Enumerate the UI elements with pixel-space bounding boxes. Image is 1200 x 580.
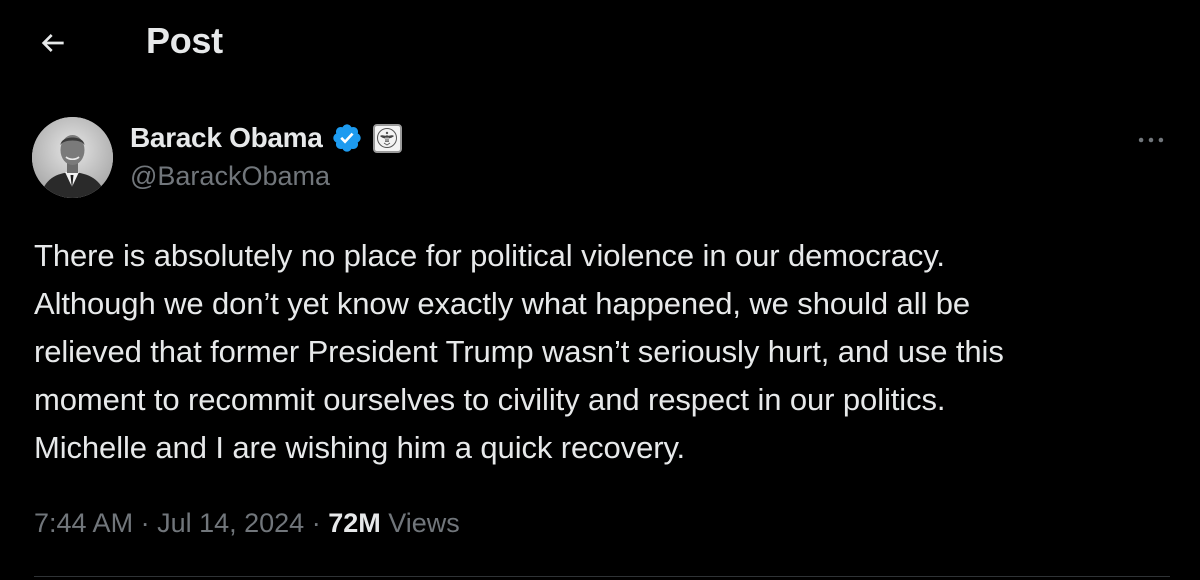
avatar[interactable] [32,117,113,198]
meta-separator: · [133,507,158,538]
post-text-line: relieved that former President Trump was… [34,334,1004,369]
author-handle[interactable]: @BarackObama [130,161,402,192]
post-text: There is absolutely no place for politic… [34,232,1174,472]
author-display-name[interactable]: Barack Obama [130,122,323,154]
page-title: Post [146,20,223,61]
post-text-line: Michelle and I are wishing him a quick r… [34,430,686,465]
post-text-line: moment to recommit ourselves to civility… [34,382,946,417]
post-metadata: 7:44 AM · Jul 14, 2024 · 72M Views [34,503,460,543]
post-text-line: There is absolutely no place for politic… [34,238,945,273]
post-time[interactable]: 7:44 AM [34,508,133,539]
divider [34,576,1170,577]
more-options-button[interactable] [1130,119,1172,161]
us-government-seal-icon[interactable] [372,123,402,153]
arrow-left-icon [41,34,64,52]
more-options-icon [1138,137,1164,143]
views-count[interactable]: 72M [328,508,381,539]
post-date[interactable]: Jul 14, 2024 [157,508,304,539]
author-names: Barack Obama @BarackObama [130,121,402,192]
meta-separator: · [304,507,329,538]
post-text-line: Although we don’t yet know exactly what … [34,286,971,321]
post-author: Barack Obama @BarackObama [32,117,1172,201]
top-bar: Post [0,0,1200,84]
views-label: Views [380,507,460,538]
back-button[interactable] [30,20,76,66]
verified-badge-icon[interactable] [331,122,363,154]
